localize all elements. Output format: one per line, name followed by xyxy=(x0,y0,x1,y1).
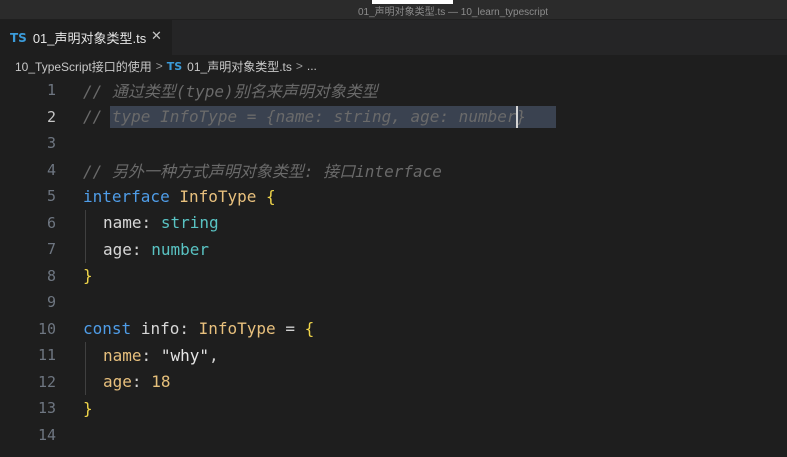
indent-guide xyxy=(85,236,86,263)
code-line: 8 } xyxy=(0,263,787,290)
number-token: 18 xyxy=(151,372,171,392)
code-line: 6 name: string xyxy=(0,209,787,236)
code-line: 1 // 通过类型(type)别名来声明对象类型 xyxy=(0,77,787,104)
window-title: 01_声明对象类型.ts — 10_learn_typescript xyxy=(358,7,549,18)
line-number: 12 xyxy=(37,372,56,391)
keyword-token: const xyxy=(83,319,132,339)
indent-guide xyxy=(85,209,86,236)
tab-bar: TS 01_声明对象类型.ts ✕ xyxy=(0,20,787,55)
line-number: 2 xyxy=(46,107,56,126)
variable-token: info xyxy=(140,319,180,339)
code-line-active: 2 // type InfoType = {name: string, age:… xyxy=(0,104,787,131)
typescript-file-icon: TS xyxy=(166,59,183,73)
text-cursor xyxy=(516,105,518,128)
indent-guide xyxy=(85,342,86,369)
brace-token: { xyxy=(266,186,276,206)
line-number: 3 xyxy=(46,134,56,153)
tab-label: 01_声明对象类型.ts xyxy=(32,31,147,46)
breadcrumb-symbols[interactable]: ... xyxy=(307,59,317,73)
line-number: 6 xyxy=(46,213,56,232)
property-token: name xyxy=(103,345,142,365)
colon-token: : xyxy=(131,239,142,259)
code-line: 9 xyxy=(0,289,787,316)
close-icon[interactable]: ✕ xyxy=(151,29,162,44)
code-line: 4 // 另外一种方式声明对象类型: 接口interface xyxy=(0,157,787,184)
line-number: 1 xyxy=(46,81,56,100)
line-number: 10 xyxy=(37,319,56,338)
line-number: 7 xyxy=(46,240,56,259)
breadcrumb: 10_TypeScript接口的使用 > TS 01_声明对象类型.ts > .… xyxy=(0,55,787,77)
code-line: 14 xyxy=(0,422,787,449)
chevron-right-icon: > xyxy=(295,59,303,73)
line-number: 5 xyxy=(46,187,56,206)
operator-token: = xyxy=(285,319,295,339)
colon-token: : xyxy=(131,372,142,392)
code-text: age: 18 xyxy=(103,372,170,391)
code-text: age: number xyxy=(103,240,209,259)
line-number: 14 xyxy=(37,425,56,444)
type-token: InfoType xyxy=(179,186,257,206)
type-token: string xyxy=(160,213,219,233)
code-line: 7 age: number xyxy=(0,236,787,263)
line-number: 13 xyxy=(37,399,56,418)
chevron-right-icon: > xyxy=(155,59,163,73)
code-comment: // 通过类型(type)别名来声明对象类型 xyxy=(83,82,378,102)
type-token: number xyxy=(151,239,209,259)
code-text: name: string xyxy=(103,213,219,232)
code-line: 13 } xyxy=(0,395,787,422)
code-text: name: "why", xyxy=(103,346,219,365)
code-text: interface InfoType { xyxy=(83,187,276,206)
line-number: 8 xyxy=(46,266,56,285)
code-comment: // 另外一种方式声明对象类型: 接口interface xyxy=(83,161,442,181)
code-comment: // type InfoType = {name: string, age: n… xyxy=(83,107,527,127)
line-number: 4 xyxy=(46,160,56,179)
line-number: 9 xyxy=(46,293,56,312)
brace-token: } xyxy=(83,266,93,286)
tab-file[interactable]: TS 01_声明对象类型.ts ✕ xyxy=(0,20,172,55)
code-line: 10 const info: InfoType = { xyxy=(0,316,787,343)
title-highlight-box xyxy=(372,0,453,4)
title-bar: 01_声明对象类型.ts — 10_learn_typescript xyxy=(0,0,787,20)
breadcrumb-file[interactable]: 01_声明对象类型.ts xyxy=(187,58,292,75)
property-token: age xyxy=(103,372,132,392)
line-number: 11 xyxy=(37,346,56,365)
code-text: const info: InfoType = { xyxy=(83,319,314,338)
code-line: 11 name: "why", xyxy=(0,342,787,369)
property-token: age xyxy=(103,239,132,259)
keyword-token: interface xyxy=(83,186,170,206)
typescript-file-icon: TS xyxy=(10,30,27,45)
property-token: name xyxy=(103,213,142,233)
code-editor[interactable]: 1 // 通过类型(type)别名来声明对象类型 2 // type InfoT… xyxy=(0,77,787,457)
colon-token: : xyxy=(141,345,152,365)
code-line: 12 age: 18 xyxy=(0,368,787,395)
comma-token: , xyxy=(208,345,219,365)
code-line: 5 interface InfoType { xyxy=(0,183,787,210)
colon-token: : xyxy=(141,213,152,233)
breadcrumb-folder[interactable]: 10_TypeScript接口的使用 xyxy=(15,58,152,75)
brace-token: { xyxy=(304,319,315,339)
string-token: "why" xyxy=(160,345,209,365)
brace-token: } xyxy=(83,398,93,418)
indent-guide xyxy=(85,368,86,395)
code-line: 3 xyxy=(0,130,787,157)
type-token: InfoType xyxy=(198,319,276,339)
colon-token: : xyxy=(179,319,189,339)
